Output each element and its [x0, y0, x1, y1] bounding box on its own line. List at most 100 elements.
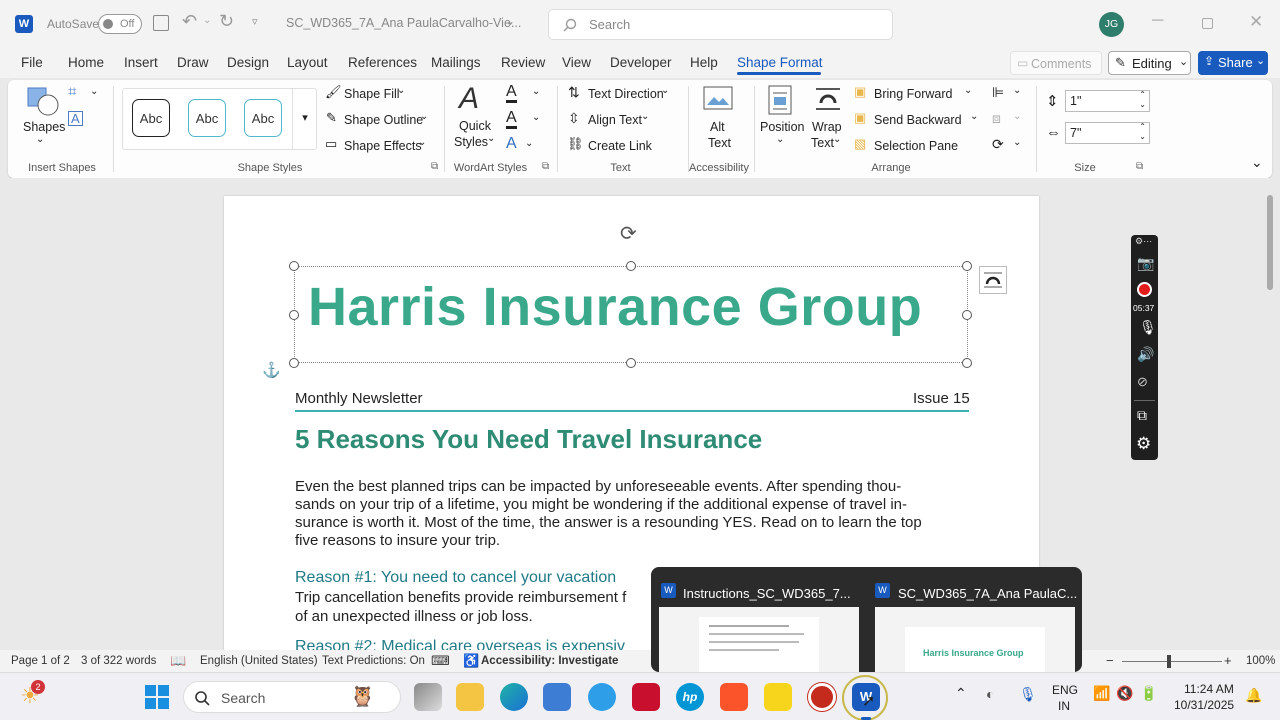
edit-shape-icon[interactable]: ⌗	[68, 83, 76, 100]
screen-select-icon[interactable]: ⧉	[1137, 407, 1147, 424]
tab-help[interactable]: Help	[690, 55, 718, 70]
comments-button[interactable]: ▭ Comments	[1010, 51, 1102, 75]
resize-handle-b[interactable]	[626, 358, 636, 368]
microphone-tray-icon[interactable]: 🎙	[1019, 686, 1037, 703]
align-objects-icon[interactable]: ⊫	[992, 84, 1004, 101]
windows-start-icon[interactable]	[145, 685, 169, 709]
quick-styles-button[interactable]: Quick	[459, 119, 491, 133]
align-text-button[interactable]: Align Text	[588, 113, 642, 127]
wordart-launcher-icon[interactable]: ⧉	[542, 161, 549, 172]
share-button[interactable]: ⇪ Share ⌄	[1198, 51, 1268, 75]
proofing-icon[interactable]: 📖	[170, 653, 186, 669]
send-backward-button[interactable]: Send Backward	[874, 113, 962, 127]
search-box[interactable]: Search	[548, 9, 893, 40]
shape-outline-button[interactable]: Shape Outline	[344, 113, 423, 127]
resize-handle-bl[interactable]	[289, 358, 299, 368]
tab-shape-format[interactable]: Shape Format	[737, 55, 823, 70]
style-teal-outline-2[interactable]: Abc	[244, 99, 282, 137]
tab-developer[interactable]: Developer	[610, 55, 672, 70]
recorder-app-icon[interactable]	[808, 683, 836, 711]
camera-icon[interactable]: 📷	[1137, 255, 1154, 272]
hp-icon[interactable]: hp	[676, 683, 704, 711]
tab-insert[interactable]: Insert	[124, 55, 158, 70]
tab-home[interactable]: Home	[68, 55, 104, 70]
bring-forward-button[interactable]: Bring Forward	[874, 87, 953, 101]
tab-design[interactable]: Design	[227, 55, 269, 70]
task-view-icon[interactable]	[414, 683, 442, 711]
create-link-button[interactable]: Create Link	[588, 139, 652, 153]
edge-icon[interactable]	[500, 683, 528, 711]
language-1[interactable]: ENG	[1052, 683, 1078, 697]
vertical-scrollbar[interactable]	[1267, 195, 1273, 290]
taskbar-search-box[interactable]: Search 🦉	[183, 681, 401, 713]
zoom-level[interactable]: 100%	[1246, 655, 1275, 667]
notification-icon[interactable]: 🔔	[1245, 687, 1262, 704]
file-explorer-icon[interactable]	[456, 683, 484, 711]
page-count[interactable]: Page 1 of 2	[11, 655, 70, 667]
settings-gear-icon[interactable]: ⚙	[1136, 434, 1151, 454]
accessibility-status[interactable]: Accessibility: Investigate	[481, 655, 618, 667]
volume-muted-icon[interactable]: 🔇	[1116, 685, 1133, 702]
speaker-icon[interactable]: 🔊	[1137, 346, 1154, 363]
webcam-off-icon[interactable]: ⊘	[1137, 374, 1148, 390]
tab-file[interactable]: File	[21, 55, 43, 70]
resize-handle-tr[interactable]	[962, 261, 972, 271]
minimize-icon[interactable]: ─	[1152, 12, 1163, 30]
tab-draw[interactable]: Draw	[177, 55, 209, 70]
tab-mailings[interactable]: Mailings	[431, 55, 481, 70]
width-input[interactable]: 7" ⌃ ⌄	[1065, 122, 1150, 144]
resize-handle-l[interactable]	[289, 310, 299, 320]
microphone-icon[interactable]: 🎙	[1139, 319, 1157, 336]
battery-icon[interactable]: 🔋	[1140, 685, 1157, 702]
text-predictions-status[interactable]: Text Predictions: On	[322, 655, 425, 667]
recorder-menu-icon[interactable]: ⚙⋯	[1135, 236, 1152, 247]
wifi-icon[interactable]: 📶	[1093, 685, 1110, 702]
text-outline-icon[interactable]: A	[506, 109, 517, 129]
group-objects-icon[interactable]: ⧈	[992, 110, 1001, 127]
height-spinner-icon[interactable]: ⌃ ⌄	[1139, 90, 1146, 110]
resize-handle-tl[interactable]	[289, 261, 299, 271]
vpn-status-icon[interactable]: ◐	[986, 686, 994, 702]
wrap-text-button[interactable]: Wrap	[812, 120, 842, 134]
resize-handle-t[interactable]	[626, 261, 636, 271]
editing-button[interactable]: ✎ Editing ⌄	[1108, 51, 1191, 75]
zoom-slider[interactable]	[1122, 661, 1222, 662]
clock-time[interactable]: 11:24 AM	[1184, 682, 1234, 696]
zoom-out-icon[interactable]: −	[1106, 653, 1114, 668]
collapse-ribbon-icon[interactable]: ⌄	[1251, 154, 1263, 171]
help-app-icon[interactable]	[588, 683, 616, 711]
layout-options-button[interactable]	[979, 266, 1007, 294]
save-icon[interactable]	[153, 15, 169, 31]
close-icon[interactable]: ✕	[1249, 12, 1263, 32]
style-teal-outline-1[interactable]: Abc	[188, 99, 226, 137]
title-dropdown-icon[interactable]: ⌄	[505, 14, 515, 28]
brave-icon[interactable]	[720, 683, 748, 711]
shape-fill-button[interactable]: Shape Fill	[344, 87, 400, 101]
redo-icon[interactable]: ↻	[219, 11, 234, 32]
height-input[interactable]: 1" ⌃ ⌄	[1065, 90, 1150, 112]
zoom-in-icon[interactable]: +	[1224, 653, 1232, 668]
show-hidden-icons[interactable]: ⌃	[955, 685, 967, 702]
undo-dropdown-icon[interactable]: ⌄	[203, 15, 211, 26]
undo-icon[interactable]: ↶	[182, 11, 197, 32]
rotate-icon[interactable]: ⟳	[992, 136, 1004, 153]
shape-styles-launcher-icon[interactable]: ⧉	[431, 161, 438, 172]
gallery-more-button[interactable]: ▾	[292, 88, 317, 150]
rotation-handle-icon[interactable]: ⟳	[620, 221, 637, 246]
alt-text-button[interactable]: Alt	[710, 120, 725, 134]
preview-window-1[interactable]: W Instructions_SC_WD365_7...	[657, 573, 862, 672]
customize-qat-icon[interactable]: ▿	[252, 15, 258, 28]
document-title[interactable]: SC_WD365_7A_Ana PaulaCarvalho-Vie...	[286, 16, 521, 30]
position-button[interactable]: Position	[760, 120, 804, 134]
store-icon[interactable]	[543, 683, 571, 711]
tab-layout[interactable]: Layout	[287, 55, 328, 70]
text-fill-icon[interactable]: A	[506, 83, 517, 103]
tab-review[interactable]: Review	[501, 55, 545, 70]
restore-icon[interactable]	[1202, 18, 1213, 29]
record-icon[interactable]	[1137, 282, 1152, 297]
selection-pane-button[interactable]: Selection Pane	[874, 139, 958, 153]
width-spinner-icon[interactable]: ⌃ ⌄	[1139, 122, 1146, 142]
tab-view[interactable]: View	[562, 55, 591, 70]
shape-effects-button[interactable]: Shape Effects	[344, 139, 422, 153]
user-avatar[interactable]: JG	[1099, 12, 1124, 37]
